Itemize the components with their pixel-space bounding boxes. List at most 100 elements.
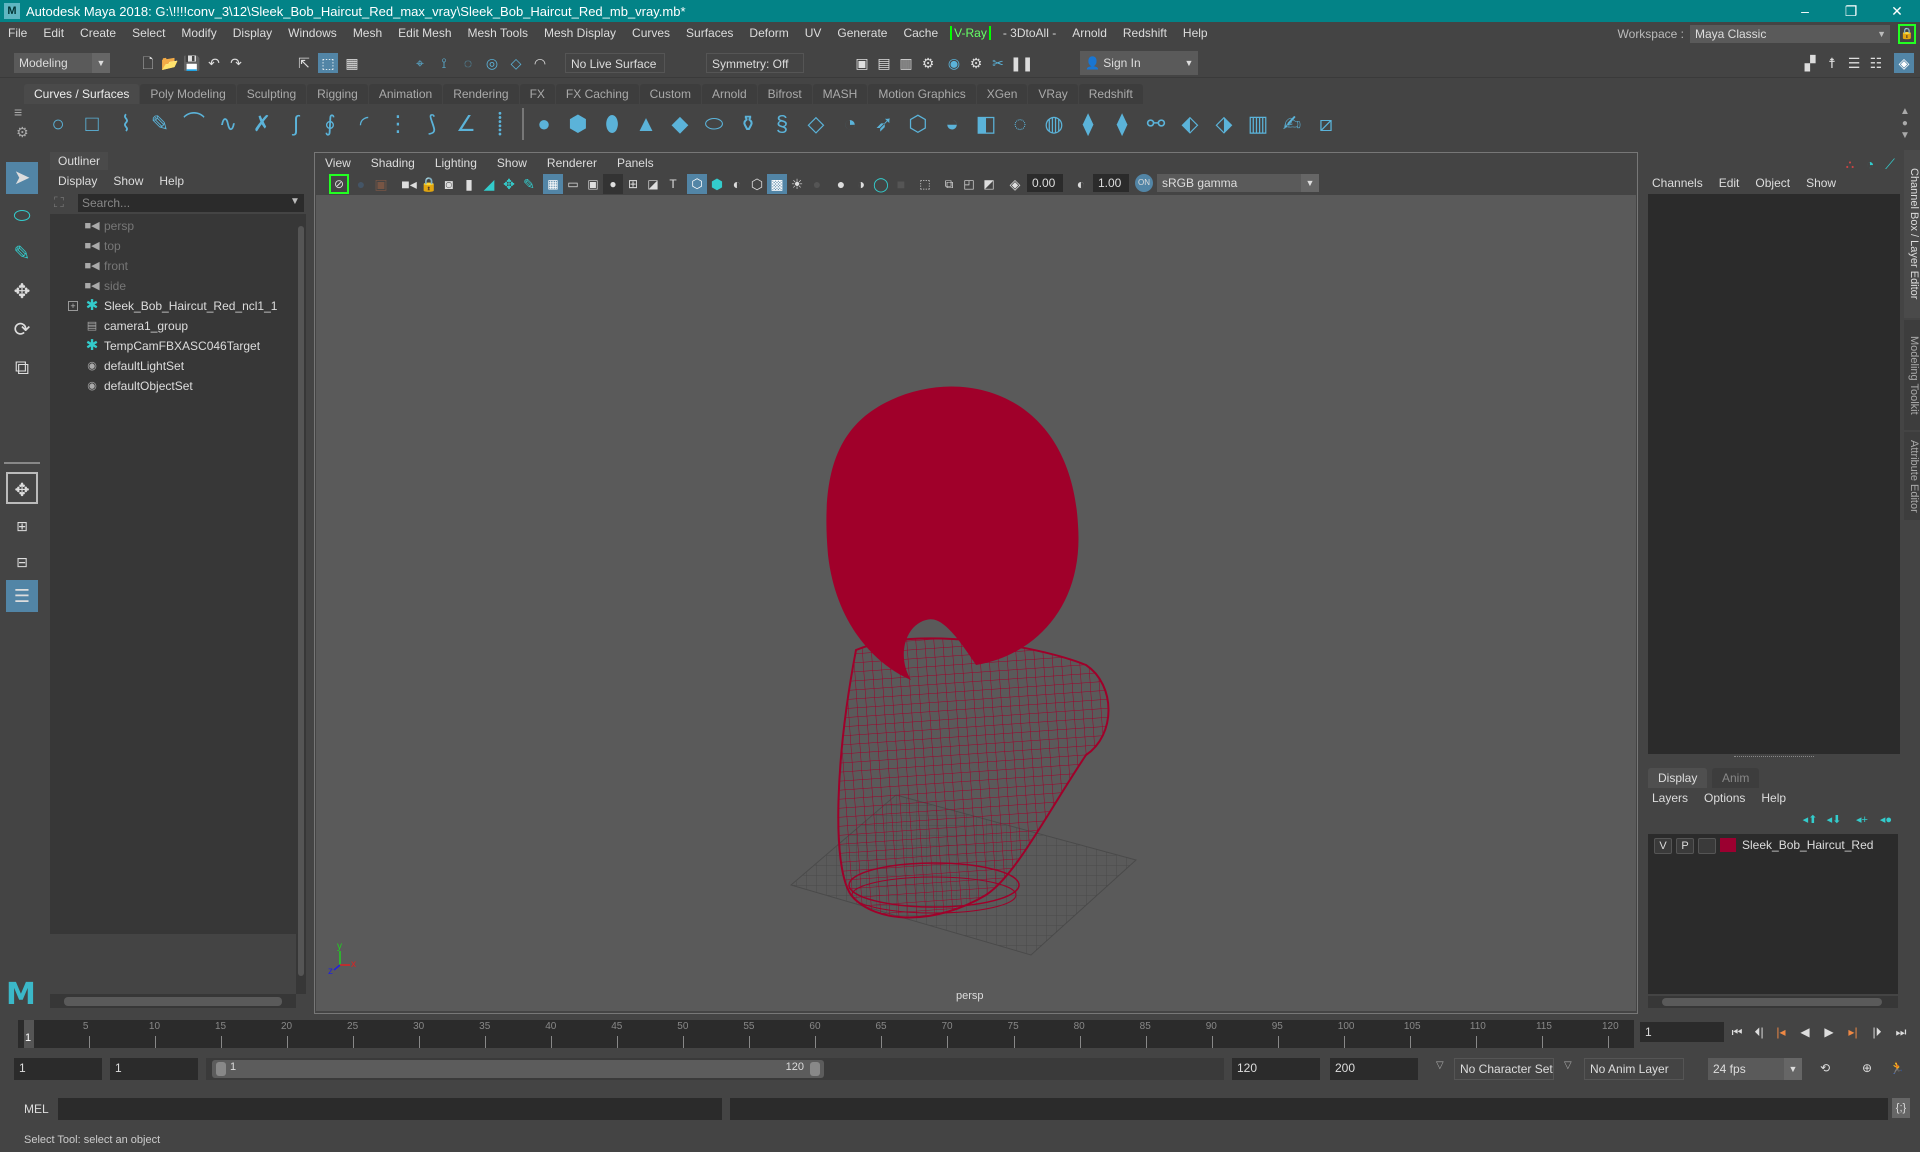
layer-tab-display[interactable]: Display [1648, 768, 1708, 788]
offset-curve-icon[interactable]: ⟆ [418, 110, 446, 138]
step-forward-key-icon[interactable]: |⏵ [1868, 1022, 1886, 1042]
menu-arnold[interactable]: Arnold [1064, 26, 1115, 40]
nurbs-plane-icon[interactable]: ◆ [666, 110, 694, 138]
rebuild-surfaces-icon[interactable]: ⧄ [1312, 110, 1340, 138]
workspace-dropdown[interactable]: Maya Classic [1690, 25, 1890, 43]
attach-surfaces-icon[interactable]: ⧫ [1108, 110, 1136, 138]
pencil-curve-icon[interactable]: ✎ [146, 110, 174, 138]
shelf-tab-fx[interactable]: FX [519, 84, 555, 104]
render-settings-icon[interactable]: ⚙ [918, 53, 938, 73]
nurbs-square-icon[interactable]: □ [78, 110, 106, 138]
outliner-item-haircut[interactable]: + ✱ Sleek_Bob_Haircut_Red_ncl1_1 [50, 296, 290, 316]
menu-cache[interactable]: Cache [895, 26, 946, 40]
viewport-canvas[interactable]: y x z persp [316, 195, 1636, 1011]
channel-box-menu-channels[interactable]: Channels [1644, 176, 1711, 190]
menu-curves[interactable]: Curves [624, 26, 678, 40]
grid-icon[interactable]: ▦ [543, 174, 563, 194]
rotate-tool-icon[interactable]: ⟳ [6, 314, 38, 346]
minimize-button[interactable]: – [1782, 0, 1828, 22]
menu-mesh-display[interactable]: Mesh Display [536, 26, 624, 40]
shelf-tab-motion-graphics[interactable]: Motion Graphics [868, 84, 976, 104]
gamma-icon[interactable]: ◐ [1071, 174, 1091, 194]
nurbs-circle-icon[interactable]: ○ [44, 110, 72, 138]
animation-start-field[interactable]: 1 [14, 1058, 102, 1080]
range-slider[interactable]: 1 120 [212, 1060, 824, 1078]
menu-uv[interactable]: UV [797, 26, 830, 40]
scale-tool-icon[interactable]: ⧉ [6, 352, 38, 384]
render-frame-icon[interactable]: ▣ [852, 53, 872, 73]
close-button[interactable]: ✕ [1874, 0, 1920, 22]
playback-end-field[interactable]: 120 [1232, 1058, 1320, 1080]
outliner-item-persp[interactable]: ■◀ persp [50, 216, 290, 236]
shelf-tab-rendering[interactable]: Rendering [443, 84, 519, 104]
trim-tool-icon[interactable]: ◌ [1006, 110, 1034, 138]
nurbs-sphere-icon[interactable]: ● [530, 110, 558, 138]
nurbs-cube-icon[interactable]: ⬢ [564, 110, 592, 138]
speed-icon[interactable]: ◔ [1860, 154, 1880, 174]
anti-aliasing-icon[interactable]: ◯ [871, 174, 891, 194]
menu-surfaces[interactable]: Surfaces [678, 26, 741, 40]
layer-menu-help[interactable]: Help [1753, 791, 1794, 805]
shelf-menu-icon[interactable]: ≡ [14, 104, 22, 120]
curve-fillet-icon[interactable]: ◜ [350, 110, 378, 138]
mel-label[interactable]: MEL [24, 1102, 49, 1116]
camera-attributes-icon[interactable]: ◙ [439, 174, 459, 194]
backface-culling-icon[interactable]: ◩ [979, 174, 999, 194]
render-setup-icon[interactable]: ✂ [988, 53, 1008, 73]
new-layer-icon[interactable]: ◂+ [1852, 810, 1872, 830]
shelf-settings-icon[interactable]: ⚙ [16, 124, 29, 141]
bookmark-icon[interactable]: ▮ [459, 174, 479, 194]
shelf-tab-vray[interactable]: VRay [1028, 84, 1078, 104]
play-backward-icon[interactable]: ◀ [1796, 1022, 1814, 1042]
command-input[interactable] [58, 1098, 722, 1120]
arc-tool-icon[interactable]: ⌒ [180, 110, 208, 138]
scrollbar-thumb[interactable] [64, 997, 282, 1006]
menu-modify[interactable]: Modify [173, 26, 224, 40]
ep-curve-icon[interactable]: ⌇ [112, 110, 140, 138]
surface-intersect-icon[interactable]: ⧫ [1074, 110, 1102, 138]
outliner-item-side[interactable]: ■◀ side [50, 276, 290, 296]
wireframe-icon[interactable]: ⬡ [687, 174, 707, 194]
open-scene-icon[interactable]: 📂 [160, 53, 180, 73]
new-layer-selected-icon[interactable]: ◂● [1876, 810, 1896, 830]
bevel-plus-icon[interactable]: ⬡ [904, 110, 932, 138]
field-chart-icon[interactable]: ⊞ [623, 174, 643, 194]
vray-toggle-icon[interactable]: ⊘ [329, 174, 349, 194]
shelf-tab-curves-surfaces[interactable]: Curves / Surfaces [24, 84, 140, 104]
loft-icon[interactable]: § [768, 110, 796, 138]
outliner-menu-show[interactable]: Show [105, 174, 151, 188]
redo-icon[interactable]: ↷ [226, 53, 246, 73]
shelf-tab-xgen[interactable]: XGen [976, 84, 1028, 104]
shelf-tab-bifrost[interactable]: Bifrost [757, 84, 812, 104]
save-scene-icon[interactable]: 💾 [182, 53, 202, 73]
step-forward-frame-icon[interactable]: ▸| [1844, 1022, 1862, 1042]
select-object-icon[interactable]: ⬚ [318, 53, 338, 73]
isolate-select-icon[interactable]: ⬚ [915, 174, 935, 194]
layer-menu-layers[interactable]: Layers [1644, 791, 1696, 805]
outliner-item-default-light-set[interactable]: ◉ defaultLightSet [50, 356, 290, 376]
shelf-tab-redshift[interactable]: Redshift [1078, 84, 1143, 104]
viewport-menu-view[interactable]: View [315, 156, 361, 170]
outliner-horizontal-scrollbar[interactable] [50, 994, 296, 1008]
motion-blur-icon[interactable]: ◑ [851, 174, 871, 194]
panel-resize-handle[interactable] [1734, 756, 1814, 758]
square-surface-icon[interactable]: ◧ [972, 110, 1000, 138]
outliner-item-top[interactable]: ■◀ top [50, 236, 290, 256]
single-perspective-view-icon[interactable]: ✥ [6, 472, 38, 504]
curve-attach-icon[interactable]: ∫ [282, 110, 310, 138]
viewport-menu-lighting[interactable]: Lighting [425, 156, 487, 170]
layer-display-type-toggle[interactable] [1698, 838, 1716, 854]
detach-surfaces-icon[interactable]: ⚯ [1142, 110, 1170, 138]
menu-mesh-tools[interactable]: Mesh Tools [460, 26, 536, 40]
make-live-icon[interactable]: ◠ [530, 53, 550, 73]
shelf-tab-sculpting[interactable]: Sculpting [236, 84, 307, 104]
two-d-pan-zoom-icon[interactable]: ✥ [499, 174, 519, 194]
tab-modeling-toolkit[interactable]: Modeling Toolkit [1904, 320, 1920, 430]
use-all-lights-icon[interactable]: ☀ [787, 174, 807, 194]
auto-key-icon[interactable]: ⊕ [1858, 1058, 1876, 1078]
play-forward-icon[interactable]: ▶ [1820, 1022, 1838, 1042]
layer-horizontal-scrollbar[interactable] [1648, 996, 1898, 1008]
color-management-toggle-icon[interactable]: ON [1135, 174, 1153, 192]
snap-curve-icon[interactable]: ⟟ [434, 53, 454, 73]
untrim-icon[interactable]: ◍ [1040, 110, 1068, 138]
